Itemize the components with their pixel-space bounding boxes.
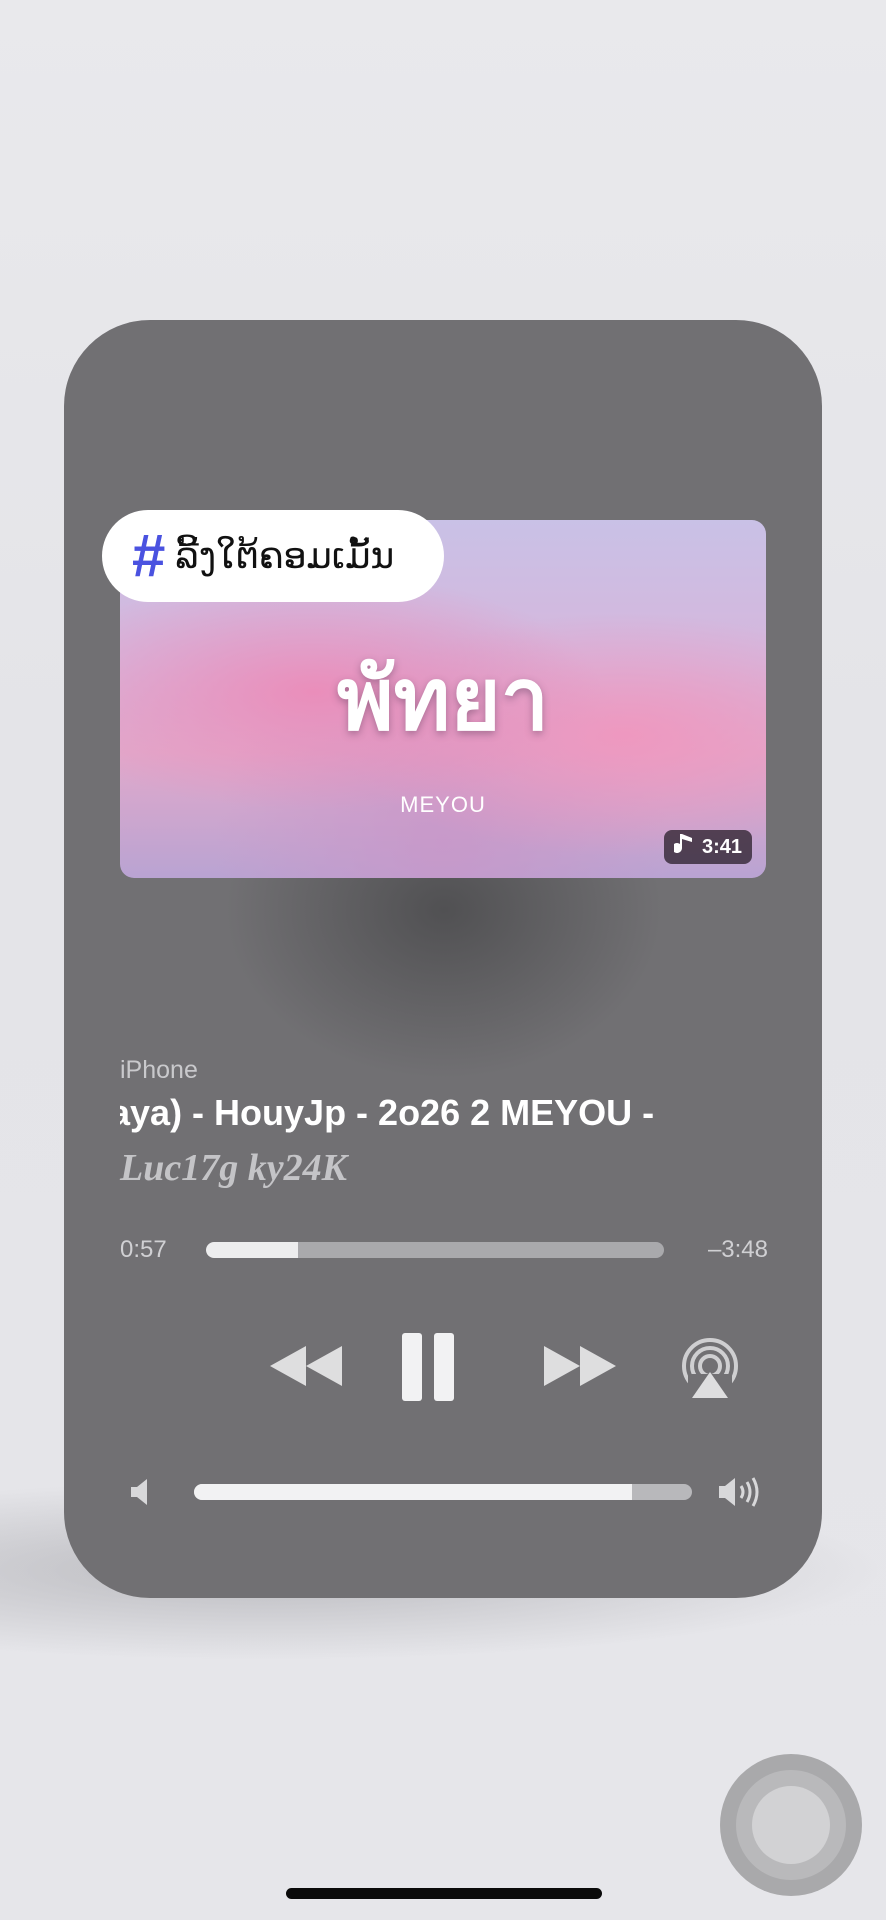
volume-high-icon xyxy=(719,1477,759,1507)
output-device-label: iPhone xyxy=(120,1056,198,1084)
now-playing-panel: พัทยา MEYOU 3:41 # ລີ້ງໃຕ້ຄອມເມັ້ນ iPhon… xyxy=(64,320,822,1598)
fast-forward-button[interactable] xyxy=(538,1336,622,1396)
fast-forward-icon xyxy=(544,1346,616,1386)
song-title-text: aya) - HouyJp - 2o26 2 MEYOU - xyxy=(120,1092,655,1133)
rewind-icon xyxy=(270,1346,342,1386)
pause-icon xyxy=(402,1333,454,1401)
airplay-button[interactable] xyxy=(678,1338,742,1402)
song-title: aya) - HouyJp - 2o26 2 MEYOU - xyxy=(120,1092,770,1134)
artwork-artist: MEYOU xyxy=(400,792,486,817)
playback-scrubber[interactable] xyxy=(206,1242,664,1258)
music-note-icon xyxy=(671,832,694,862)
hashtag-text: ລີ້ງໃຕ້ຄອມເມັ້ນ xyxy=(175,535,395,576)
volume-max-button xyxy=(716,1472,764,1512)
song-subtitle: Luc17g ky24K xyxy=(120,1147,347,1189)
duration-badge: 3:41 xyxy=(663,830,752,864)
home-indicator[interactable] xyxy=(286,1888,602,1899)
elapsed-time: 0:57 xyxy=(120,1236,167,1263)
playback-progress-fill xyxy=(206,1242,298,1258)
airplay-icon xyxy=(682,1338,738,1402)
pause-button[interactable] xyxy=(398,1330,458,1404)
hashtag-overlay[interactable]: # ລີ້ງໃຕ້ຄອມເມັ້ນ xyxy=(102,510,444,602)
volume-low-icon xyxy=(131,1479,147,1505)
assistive-touch-icon xyxy=(752,1786,830,1864)
volume-slider[interactable] xyxy=(194,1484,692,1500)
rewind-button[interactable] xyxy=(264,1336,348,1396)
volume-min-button xyxy=(126,1476,156,1508)
duration-text: 3:41 xyxy=(701,835,742,858)
artwork-title: พัทยา xyxy=(336,652,550,748)
volume-fill xyxy=(194,1484,633,1500)
hashtag-icon: # xyxy=(132,522,166,589)
assistive-touch-button[interactable] xyxy=(720,1754,862,1896)
remaining-time: –3:48 xyxy=(707,1236,768,1263)
